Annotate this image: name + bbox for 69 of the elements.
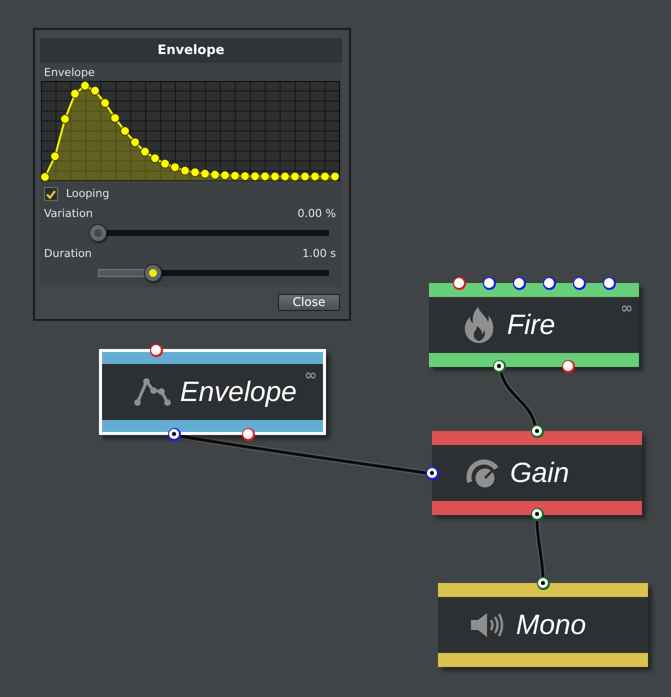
- envelope-point[interactable]: [260, 172, 270, 182]
- port-icon[interactable]: [530, 424, 544, 438]
- node-label: Mono: [516, 609, 586, 641]
- connection-wire: [534, 520, 546, 578]
- infinity-symbol: ∞: [304, 367, 317, 383]
- checkmark-icon: [46, 190, 56, 198]
- envelope-point[interactable]: [80, 81, 90, 90]
- envelope-point[interactable]: [160, 159, 170, 168]
- envelope-point[interactable]: [70, 89, 80, 98]
- checkbox-label: Looping: [66, 187, 110, 201]
- port-icon[interactable]: [426, 466, 438, 480]
- slider-value: 0.00 %: [298, 207, 336, 221]
- envelope-point[interactable]: [240, 171, 250, 181]
- envelope-point[interactable]: [130, 138, 140, 147]
- envelope-point[interactable]: [310, 172, 320, 182]
- envelope-point[interactable]: [210, 170, 220, 180]
- node-label: Gain: [510, 457, 570, 489]
- envelope-point[interactable]: [60, 114, 70, 124]
- flame-icon: [464, 307, 494, 343]
- port-icon[interactable]: [542, 276, 556, 290]
- envelope-point[interactable]: [320, 172, 330, 182]
- envelope-point[interactable]: [110, 113, 120, 123]
- gauge-icon: [464, 457, 500, 489]
- slider-value: 1.00 s: [302, 247, 336, 261]
- envelope-point[interactable]: [270, 172, 280, 182]
- port-icon[interactable]: [150, 344, 162, 356]
- port-icon[interactable]: [452, 276, 466, 290]
- connection-wire: [498, 371, 538, 426]
- envelope-point[interactable]: [90, 86, 100, 96]
- node-label: Fire: [507, 309, 556, 341]
- close-button[interactable]: Close: [278, 294, 340, 311]
- envelope-point[interactable]: [190, 168, 200, 177]
- envelope-point[interactable]: [50, 152, 60, 161]
- node-card[interactable]: Envelope ∞: [99, 349, 326, 435]
- envelope-point[interactable]: [150, 154, 160, 163]
- envelope-point[interactable]: [180, 166, 190, 176]
- envelope-point[interactable]: [330, 172, 340, 182]
- port-icon[interactable]: [572, 276, 586, 290]
- envelope-point[interactable]: [200, 169, 210, 178]
- slider-label: Duration: [44, 247, 92, 261]
- envelope-point[interactable]: [170, 162, 180, 172]
- envelope-point[interactable]: [280, 172, 290, 182]
- node-card[interactable]: Mono: [438, 583, 648, 667]
- node-card[interactable]: Fire ∞: [429, 283, 639, 367]
- slider-thumb[interactable]: [144, 264, 162, 282]
- envelope-point[interactable]: [140, 147, 150, 156]
- slider-track[interactable]: [89, 224, 329, 242]
- port-icon[interactable]: [602, 276, 616, 290]
- envelope-point[interactable]: [40, 172, 50, 182]
- envelope-point[interactable]: [290, 172, 300, 182]
- slider-thumb[interactable]: [89, 224, 107, 242]
- infinity-symbol: ∞: [620, 300, 633, 316]
- envelope-point[interactable]: [300, 172, 310, 182]
- speaker-icon: [470, 612, 506, 638]
- port-icon[interactable]: [536, 576, 550, 590]
- dialog-title: Envelope: [158, 42, 224, 58]
- port-icon[interactable]: [482, 276, 496, 290]
- slider-label: Variation: [44, 207, 93, 221]
- envelope-point[interactable]: [250, 172, 260, 181]
- envelope-point[interactable]: [220, 170, 230, 180]
- node-label: Envelope: [180, 376, 297, 408]
- line-graph-icon: [134, 378, 170, 406]
- envelope-point[interactable]: [100, 98, 110, 108]
- envelope-point[interactable]: [230, 171, 240, 180]
- graph-label: Envelope: [43, 66, 95, 80]
- node-card[interactable]: Gain: [432, 431, 642, 515]
- port-icon[interactable]: [512, 276, 526, 290]
- looping-checkbox[interactable]: [44, 187, 58, 201]
- envelope-point[interactable]: [120, 126, 130, 136]
